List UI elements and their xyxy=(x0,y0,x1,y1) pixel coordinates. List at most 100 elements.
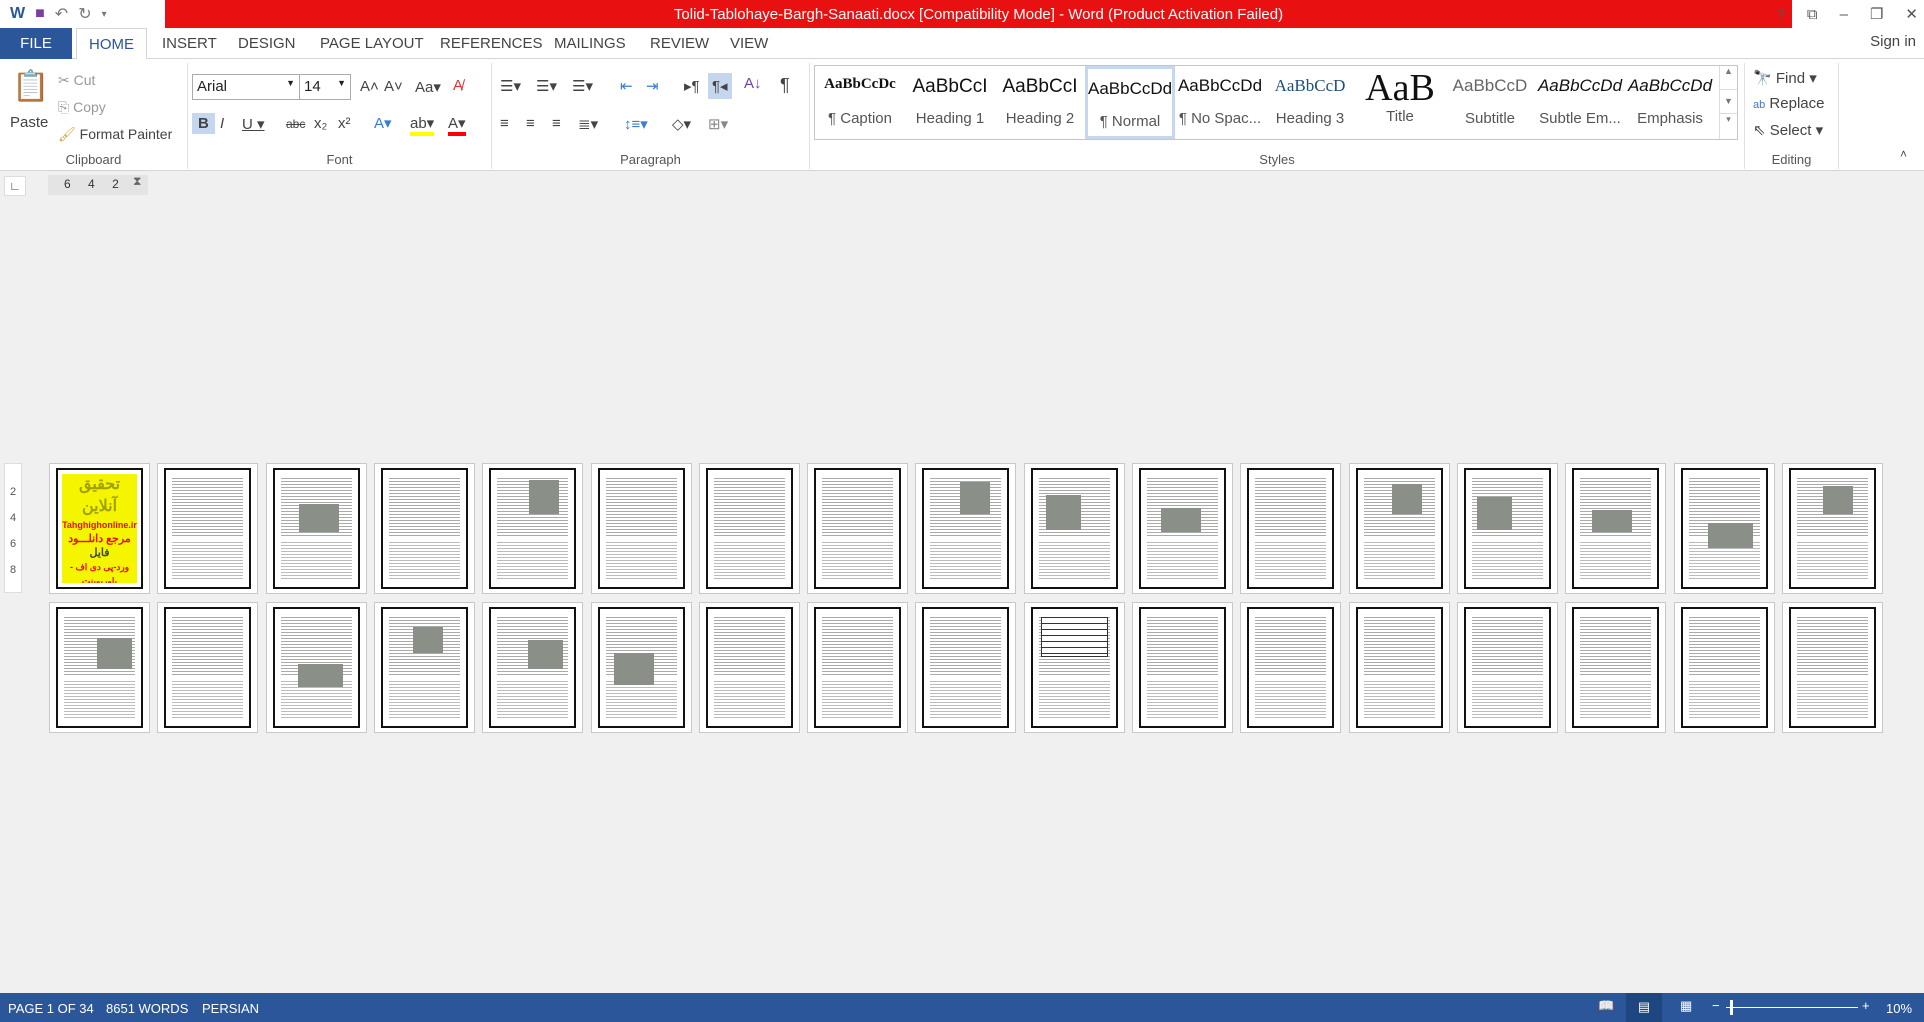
zoom-in-icon[interactable]: + xyxy=(1862,998,1870,1013)
page-thumbnail[interactable] xyxy=(590,602,692,733)
cut-button[interactable]: ✂ Cut xyxy=(58,72,95,89)
font-name-select[interactable]: Arial ▼ xyxy=(192,74,300,100)
ribbon-display-icon[interactable]: ⧉ xyxy=(1807,6,1818,23)
font-color-icon[interactable]: A▾ xyxy=(448,114,466,136)
style-heading-1[interactable]: AaBbCcI Heading 1 xyxy=(905,66,995,139)
help-icon[interactable]: ? xyxy=(1777,6,1785,23)
page-thumbnail[interactable] xyxy=(807,602,909,733)
justify-icon[interactable]: ≣▾ xyxy=(578,115,598,133)
tab-view[interactable]: VIEW xyxy=(718,28,780,59)
line-spacing-icon[interactable]: ↕≡▾ xyxy=(624,115,648,133)
text-effects-icon[interactable]: A▾ xyxy=(374,114,392,132)
page-thumbnail[interactable] xyxy=(698,602,800,733)
decrease-indent-icon[interactable]: ⇤ xyxy=(620,77,633,95)
change-case-icon[interactable]: Aa▾ xyxy=(415,78,441,96)
style-subtle-em[interactable]: AaBbCcDd Subtle Em... xyxy=(1535,66,1625,139)
font-size-select[interactable]: 14 ▼ xyxy=(299,74,351,100)
format-painter-button[interactable]: 🖌 Format Painter xyxy=(58,126,172,143)
web-layout-icon[interactable]: ▦ xyxy=(1680,998,1692,1014)
zoom-slider-thumb[interactable] xyxy=(1730,1000,1733,1015)
page-thumbnail[interactable] xyxy=(1781,463,1883,594)
page-thumbnail[interactable] xyxy=(482,602,584,733)
style-heading-2[interactable]: AaBbCcI Heading 2 xyxy=(995,66,1085,139)
paste-button[interactable]: Paste xyxy=(10,114,48,131)
sort-icon[interactable]: A↓ xyxy=(744,75,762,92)
page-thumbnail[interactable] xyxy=(915,463,1017,594)
zoom-out-icon[interactable]: − xyxy=(1712,998,1720,1013)
styles-scroll[interactable]: ▲ ▼ ▾ xyxy=(1719,66,1737,139)
italic-button[interactable]: I xyxy=(220,115,224,132)
page-thumbnail[interactable] xyxy=(1348,463,1450,594)
copy-button[interactable]: ⎘ Copy xyxy=(58,99,106,116)
page-thumbnail[interactable] xyxy=(915,602,1017,733)
page-thumbnail[interactable] xyxy=(1132,602,1233,733)
word-count[interactable]: 8651 WORDS xyxy=(106,1001,188,1016)
page-thumbnail[interactable] xyxy=(1673,602,1775,733)
paste-icon[interactable]: 📋 xyxy=(12,69,49,104)
rtl-icon[interactable]: ¶◂ xyxy=(708,73,732,99)
select-button[interactable]: ⇖ Select ▾ xyxy=(1753,121,1823,139)
shading-icon[interactable]: ◇▾ xyxy=(672,115,691,133)
page-thumbnail[interactable] xyxy=(590,463,692,594)
document-area[interactable] xyxy=(0,200,1924,993)
style-title[interactable]: AaB Title xyxy=(1355,66,1445,139)
restore-icon[interactable]: ❐ xyxy=(1870,5,1883,23)
bullets-icon[interactable]: ☰▾ xyxy=(500,77,521,95)
read-mode-icon[interactable]: 📖 xyxy=(1598,998,1614,1014)
page-thumbnail[interactable] xyxy=(373,463,475,594)
strikethrough-button[interactable]: abc xyxy=(286,117,305,131)
tab-references[interactable]: REFERENCES xyxy=(428,28,555,59)
show-formatting-icon[interactable]: ¶ xyxy=(780,75,790,96)
page-thumbnail[interactable]: تحقیق آنلاین Tahghighonline.ir مرجع دانلــ… xyxy=(49,463,150,594)
page-thumbnail[interactable] xyxy=(482,463,584,594)
page-thumbnail[interactable] xyxy=(265,602,367,733)
tab-home[interactable]: HOME xyxy=(76,28,147,60)
vertical-ruler[interactable]: 2 4 6 8 xyxy=(4,463,22,593)
style-caption[interactable]: AaBbCcDc ¶ Caption xyxy=(815,66,905,139)
style-subtitle[interactable]: AaBbCcD Subtitle xyxy=(1445,66,1535,139)
tab-selector[interactable]: ∟ xyxy=(4,176,26,196)
align-right-icon[interactable]: ≡ xyxy=(552,115,561,132)
increase-indent-icon[interactable]: ⇥ xyxy=(646,77,659,95)
horizontal-ruler[interactable]: ∟ 6 4 2 ⧗ xyxy=(0,172,1924,200)
style-no-spac[interactable]: AaBbCcDd ¶ No Spac... xyxy=(1175,66,1265,139)
customize-qat-icon[interactable]: ▾ xyxy=(102,9,107,20)
page-count[interactable]: PAGE 1 OF 34 xyxy=(8,1001,94,1016)
page-thumbnail[interactable] xyxy=(1348,602,1450,733)
multilevel-list-icon[interactable]: ☰▾ xyxy=(572,77,593,95)
subscript-button[interactable]: x₂ xyxy=(314,115,327,132)
minimize-icon[interactable]: – xyxy=(1840,6,1848,23)
page-thumbnail[interactable] xyxy=(49,602,150,733)
page-thumbnail[interactable] xyxy=(1565,602,1667,733)
superscript-button[interactable]: x² xyxy=(338,115,351,132)
page-thumbnail[interactable] xyxy=(807,463,909,594)
grow-font-icon[interactable]: A˄ xyxy=(360,78,379,95)
underline-button[interactable]: U ▾ xyxy=(242,115,265,133)
page-thumbnail[interactable] xyxy=(373,602,475,733)
tab-design[interactable]: DESIGN xyxy=(226,28,308,59)
language[interactable]: PERSIAN xyxy=(202,1001,259,1016)
shrink-font-icon[interactable]: A˅ xyxy=(384,78,403,95)
align-left-icon[interactable]: ≡ xyxy=(500,115,509,132)
page-thumbnail[interactable] xyxy=(1673,463,1775,594)
page-thumbnail[interactable] xyxy=(698,463,800,594)
find-button[interactable]: 🔭 Find ▾ xyxy=(1753,69,1817,87)
numbering-icon[interactable]: ☰▾ xyxy=(536,77,557,95)
page-thumbnail[interactable] xyxy=(1565,463,1667,594)
tab-file[interactable]: FILE xyxy=(0,28,72,59)
page-thumbnail[interactable] xyxy=(157,602,259,733)
ltr-icon[interactable]: ▸¶ xyxy=(684,77,700,95)
align-center-icon[interactable]: ≡ xyxy=(526,115,535,132)
bold-button[interactable]: B xyxy=(192,113,215,134)
page-thumbnail[interactable] xyxy=(157,463,259,594)
undo-icon[interactable]: ↶ xyxy=(55,4,68,24)
collapse-ribbon-icon[interactable]: ˄ xyxy=(1900,147,1907,161)
replace-button[interactable]: ab Replace xyxy=(1753,95,1824,112)
zoom-slider[interactable] xyxy=(1726,1007,1858,1008)
sign-in-link[interactable]: Sign in xyxy=(1870,33,1916,50)
page-thumbnail[interactable] xyxy=(1456,463,1558,594)
style-normal[interactable]: AaBbCcDd ¶ Normal xyxy=(1085,66,1175,139)
print-layout-icon[interactable]: ▤ xyxy=(1626,993,1662,1022)
page-thumbnail[interactable] xyxy=(1781,602,1883,733)
zoom-level[interactable]: 10% xyxy=(1886,1001,1912,1016)
